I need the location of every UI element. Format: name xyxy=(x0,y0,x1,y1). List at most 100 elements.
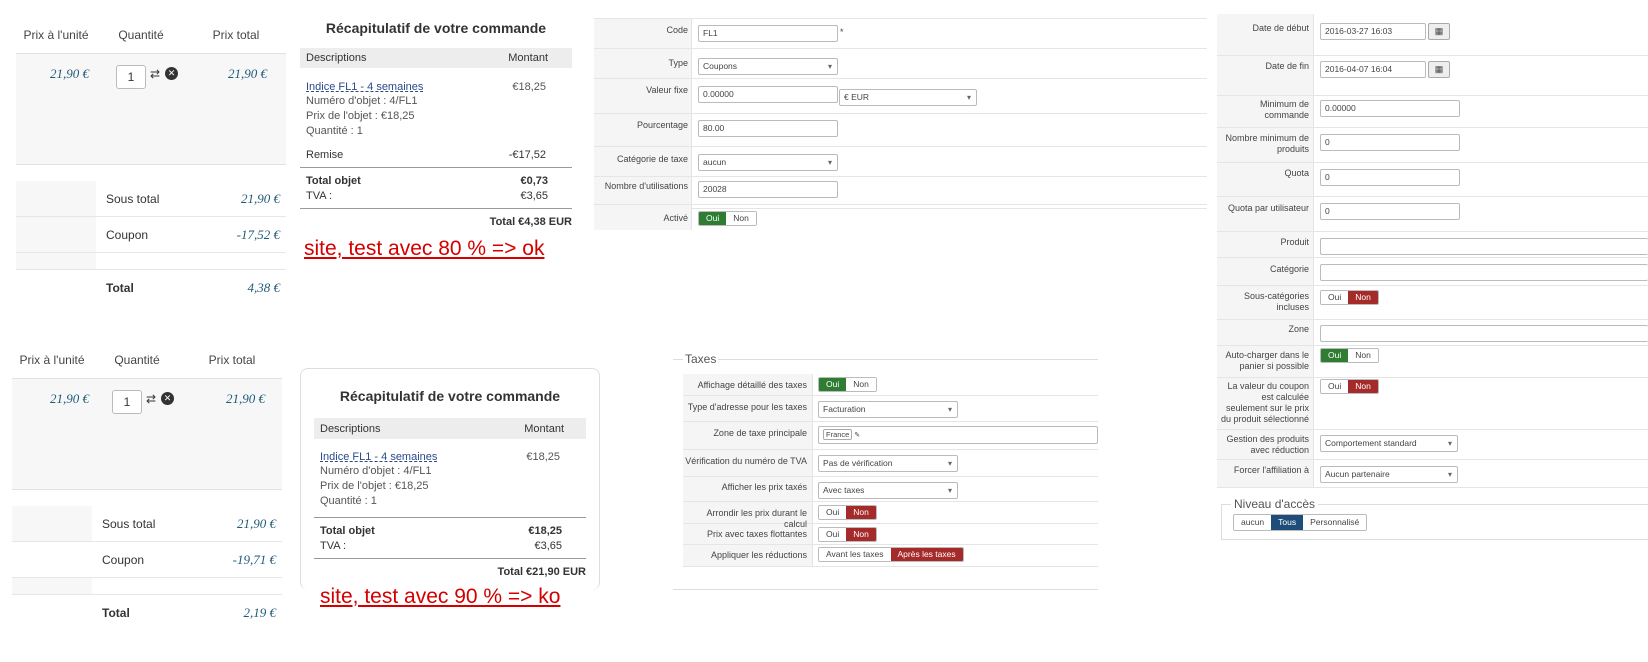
coupon-value-label: La valeur du coupon est calculée seuleme… xyxy=(1220,381,1309,424)
autoload-no[interactable]: Non xyxy=(1348,349,1378,362)
floating-tax-no[interactable]: Non xyxy=(846,528,876,541)
coupon-label: Coupon xyxy=(102,552,145,567)
coupon-value-no[interactable]: Non xyxy=(1348,380,1378,393)
tax-detail-no[interactable]: Non xyxy=(846,378,876,391)
quantity-input[interactable]: 1 xyxy=(112,390,142,414)
discount-label: Remise xyxy=(306,149,344,161)
tax-detail-toggle[interactable]: Oui Non xyxy=(818,377,877,392)
subcategories-toggle[interactable]: Oui Non xyxy=(1320,290,1379,305)
round-prices-no[interactable]: Non xyxy=(846,506,876,519)
product-label: Produit xyxy=(1280,237,1309,247)
tva-value: €3,65 xyxy=(520,190,548,202)
france-tag[interactable]: France xyxy=(823,429,853,440)
tva-value: €3,65 xyxy=(534,540,562,552)
access-level-toggle[interactable]: aucun Tous Personnalisé xyxy=(1233,514,1368,531)
item-link[interactable]: Indice FL1 - 4 semaines xyxy=(320,451,437,463)
descriptions-header: Descriptions xyxy=(306,52,367,64)
floating-tax-yes[interactable]: Oui xyxy=(819,528,847,541)
category-input[interactable] xyxy=(1320,264,1648,281)
coupon-form: Code FL1 * Type Coupons Valeur fixe 0.00… xyxy=(594,18,1207,230)
discount-products-select[interactable]: Comportement standard xyxy=(1320,435,1458,452)
subcategories-no[interactable]: Non xyxy=(1348,291,1378,304)
min-order-input[interactable]: 0.00000 xyxy=(1320,100,1460,117)
coupon-row: Coupon -19,71 € xyxy=(12,542,282,578)
tax-category-select[interactable]: aucun xyxy=(698,154,838,171)
total-object-value: €18,25 xyxy=(528,525,562,537)
main-tax-zone-input[interactable]: France ✎ xyxy=(818,426,1098,444)
item-link[interactable]: Indice FL1 - 4 semaines xyxy=(306,81,423,93)
vat-check-label: Vérification du numéro de TVA xyxy=(685,456,807,466)
access-custom[interactable]: Personnalisé xyxy=(1303,515,1367,530)
product-input[interactable] xyxy=(1320,238,1648,255)
active-no[interactable]: Non xyxy=(726,212,756,225)
subtotal-value: 21,90 € xyxy=(241,190,280,206)
percent-input[interactable]: 80.00 xyxy=(698,120,838,137)
required-mark: * xyxy=(840,27,844,37)
autoload-toggle[interactable]: Oui Non xyxy=(1320,348,1379,363)
show-taxed-prices-select[interactable]: Avec taxes xyxy=(818,482,958,499)
amount-header: Montant xyxy=(508,52,548,64)
main-tax-zone-label: Zone de taxe principale xyxy=(713,428,807,438)
remove-icon[interactable]: ✕ xyxy=(165,67,178,80)
item-price: Prix de l'objet : €18,25 xyxy=(306,110,415,122)
round-prices-yes[interactable]: Oui xyxy=(819,506,847,519)
remove-icon[interactable]: ✕ xyxy=(161,392,174,405)
type-select[interactable]: Coupons xyxy=(698,58,838,75)
address-type-label: Type d'adresse pour les taxes xyxy=(687,402,807,412)
access-none[interactable]: aucun xyxy=(1234,515,1272,530)
refresh-icon[interactable]: ⇄ xyxy=(146,392,156,406)
quota-user-label: Quota par utilisateur xyxy=(1227,203,1309,213)
calendar-icon[interactable]: ▦ xyxy=(1428,23,1450,40)
refresh-icon[interactable]: ⇄ xyxy=(150,67,160,81)
tax-detail-yes[interactable]: Oui xyxy=(819,378,847,391)
descriptions-header: Descriptions xyxy=(320,422,381,435)
subcategories-label: Sous-catégories incluses xyxy=(1243,291,1309,312)
total-row: Total 4,38 € xyxy=(16,269,286,305)
min-products-input[interactable]: 0 xyxy=(1320,134,1460,151)
access-all[interactable]: Tous xyxy=(1271,515,1304,530)
percent-label: Pourcentage xyxy=(636,120,688,130)
quantity-header: Quantité xyxy=(118,28,164,42)
zone-input[interactable] xyxy=(1320,325,1648,342)
subtotal-label: Sous total xyxy=(102,516,156,531)
test-note-ko: site, test avec 90 % => ko xyxy=(320,585,561,608)
access-legend: Niveau d'accès xyxy=(1231,497,1318,511)
type-label: Type xyxy=(668,58,688,68)
start-date-input[interactable]: 2016-03-27 16:03 xyxy=(1320,23,1426,40)
active-toggle[interactable]: Oui Non xyxy=(698,211,757,226)
coupon-value-yes[interactable]: Oui xyxy=(1321,380,1349,393)
subtotal-label: Sous total xyxy=(106,191,160,206)
cart-item-row: 21,90 € 1 ⇄ ✕ 21,90 € xyxy=(16,53,286,165)
fixed-value-label: Valeur fixe xyxy=(646,85,688,95)
address-type-select[interactable]: Facturation xyxy=(818,401,958,418)
test-note-ok: site, test avec 80 % => ok xyxy=(304,237,545,260)
quota-user-input[interactable]: 0 xyxy=(1320,203,1460,220)
apply-discounts-toggle[interactable]: Avant les taxes Après les taxes xyxy=(818,547,964,562)
code-input[interactable]: FL1 xyxy=(698,25,838,42)
uses-label: Nombre d'utilisations xyxy=(604,181,688,191)
end-date-label: Date de fin xyxy=(1265,61,1309,71)
before-taxes-option[interactable]: Avant les taxes xyxy=(819,548,891,561)
autoload-yes[interactable]: Oui xyxy=(1321,349,1349,362)
total-row: Total 2,19 € xyxy=(12,594,282,630)
end-date-input[interactable]: 2016-04-07 16:04 xyxy=(1320,61,1426,78)
affiliation-select[interactable]: Aucun partenaire xyxy=(1320,466,1458,483)
round-prices-toggle[interactable]: Oui Non xyxy=(818,505,877,520)
subcategories-yes[interactable]: Oui xyxy=(1321,291,1349,304)
quota-input[interactable]: 0 xyxy=(1320,169,1460,186)
after-taxes-option[interactable]: Après les taxes xyxy=(890,548,963,561)
min-order-label: Minimum de commande xyxy=(1259,99,1309,120)
coupon-value-toggle[interactable]: Oui Non xyxy=(1320,379,1379,394)
coupon-value: -19,71 € xyxy=(232,551,276,567)
total-object-value: €0,73 xyxy=(520,175,548,187)
floating-tax-toggle[interactable]: Oui Non xyxy=(818,527,877,542)
item-price: Prix de l'objet : €18,25 xyxy=(320,480,429,492)
active-yes[interactable]: Oui xyxy=(699,212,727,225)
uses-input[interactable]: 20028 xyxy=(698,181,838,198)
zone-label: Zone xyxy=(1288,324,1309,334)
vat-check-select[interactable]: Pas de vérification xyxy=(818,455,958,472)
calendar-icon[interactable]: ▦ xyxy=(1428,61,1450,78)
fixed-value-input[interactable]: 0.00000 xyxy=(698,86,838,103)
quantity-input[interactable]: 1 xyxy=(116,65,146,89)
currency-select[interactable]: € EUR xyxy=(839,89,977,106)
